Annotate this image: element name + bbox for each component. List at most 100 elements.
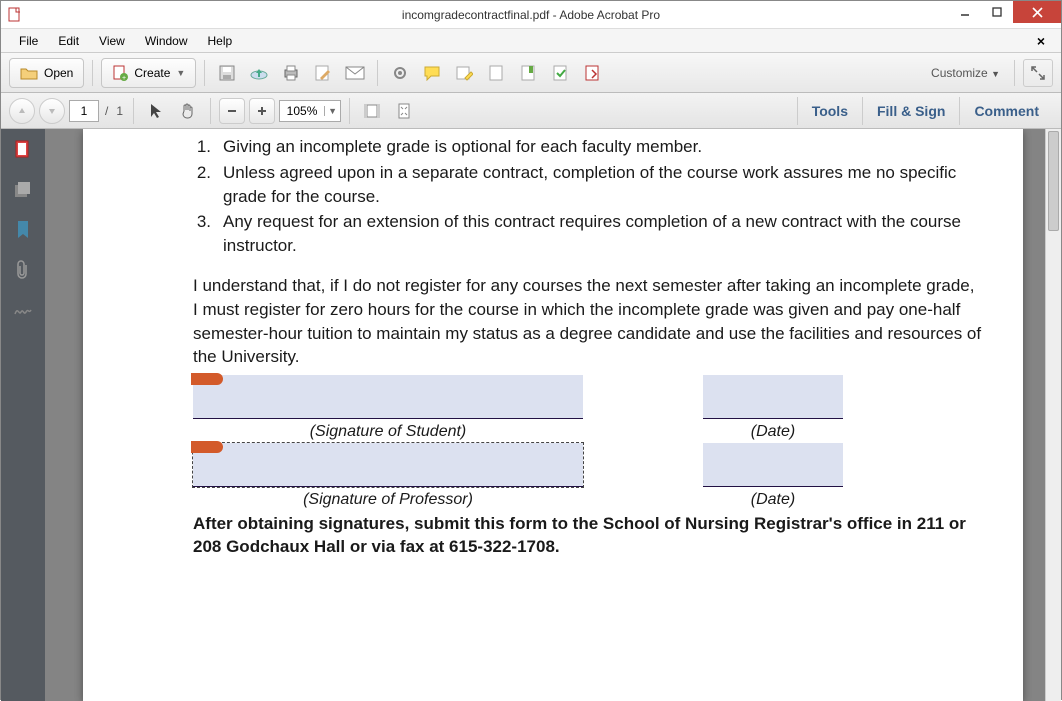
chevron-down-icon: ▼ bbox=[991, 69, 1000, 79]
save-button[interactable] bbox=[213, 59, 241, 87]
separator bbox=[133, 98, 134, 124]
list-number: 1. bbox=[193, 135, 223, 159]
menu-view[interactable]: View bbox=[89, 32, 135, 50]
list-text: Giving an incomplete grade is optional f… bbox=[223, 135, 983, 159]
folder-open-icon bbox=[20, 66, 38, 80]
vertical-scrollbar[interactable] bbox=[1045, 129, 1061, 701]
numbered-list: 1.Giving an incomplete grade is optional… bbox=[193, 135, 983, 258]
select-tool-button[interactable] bbox=[142, 97, 170, 125]
zoom-in-button[interactable] bbox=[249, 98, 275, 124]
arrow-down-icon bbox=[47, 106, 57, 116]
professor-date-field[interactable] bbox=[703, 443, 843, 487]
close-button[interactable] bbox=[1013, 1, 1061, 23]
student-signature-field[interactable] bbox=[193, 375, 583, 419]
expand-icon bbox=[1030, 65, 1046, 81]
bookmark-button[interactable] bbox=[514, 59, 542, 87]
menu-edit[interactable]: Edit bbox=[48, 32, 89, 50]
menu-window[interactable]: Window bbox=[135, 32, 198, 50]
tools-panel-button[interactable]: Tools bbox=[797, 97, 862, 125]
fit-page-icon bbox=[396, 102, 412, 120]
page-bookmark-icon bbox=[520, 64, 536, 82]
student-date-field[interactable] bbox=[703, 375, 843, 419]
title-bar: incomgradecontractfinal.pdf - Adobe Acro… bbox=[1, 1, 1061, 29]
menu-help[interactable]: Help bbox=[198, 32, 243, 50]
edit-pencil-icon bbox=[314, 64, 332, 82]
customize-label: Customize bbox=[931, 66, 988, 80]
separator bbox=[210, 98, 211, 124]
fullscreen-button[interactable] bbox=[1023, 59, 1053, 87]
comment-panel-button[interactable]: Comment bbox=[959, 97, 1053, 125]
create-pdf-icon: + bbox=[112, 65, 128, 81]
page-number-input[interactable] bbox=[69, 100, 99, 122]
settings-button[interactable] bbox=[386, 59, 414, 87]
export-button[interactable] bbox=[578, 59, 606, 87]
create-button[interactable]: + Create ▼ bbox=[101, 58, 196, 88]
pages-button[interactable] bbox=[12, 179, 34, 201]
list-item: 1.Giving an incomplete grade is optional… bbox=[193, 135, 983, 159]
hand-icon bbox=[179, 102, 197, 120]
student-signature-label: (Signature of Student) bbox=[310, 423, 467, 441]
list-item: 3.Any request for an extension of this c… bbox=[193, 210, 983, 258]
document-viewport[interactable]: 1.Giving an incomplete grade is optional… bbox=[45, 129, 1061, 701]
document-close-button[interactable]: × bbox=[1027, 31, 1055, 51]
pdf-page: 1.Giving an incomplete grade is optional… bbox=[83, 129, 1023, 701]
zoom-out-button[interactable] bbox=[219, 98, 245, 124]
signature-icon bbox=[13, 302, 33, 318]
paperclip-icon bbox=[15, 260, 31, 280]
separator bbox=[92, 60, 93, 86]
pages-stack-icon bbox=[13, 181, 33, 199]
scrollbar-thumb[interactable] bbox=[1048, 131, 1059, 231]
bookmarks-button[interactable] bbox=[12, 219, 34, 241]
page-down-button[interactable] bbox=[39, 98, 65, 124]
fit-page-button[interactable] bbox=[390, 97, 418, 125]
navigation-sidebar bbox=[1, 129, 45, 701]
cloud-button[interactable] bbox=[245, 59, 273, 87]
bookmark-icon bbox=[16, 220, 30, 240]
open-button[interactable]: Open bbox=[9, 58, 84, 88]
app-icon bbox=[7, 7, 23, 23]
page-up-button[interactable] bbox=[9, 98, 35, 124]
page-thumbnail-icon bbox=[14, 140, 32, 160]
attachments-button[interactable] bbox=[12, 259, 34, 281]
highlight-button[interactable] bbox=[450, 59, 478, 87]
print-button[interactable] bbox=[277, 59, 305, 87]
cursor-icon bbox=[148, 102, 164, 120]
separator bbox=[377, 60, 378, 86]
professor-signature-label: (Signature of Professor) bbox=[303, 491, 473, 509]
email-button[interactable] bbox=[341, 59, 369, 87]
signatures-button[interactable] bbox=[12, 299, 34, 321]
fit-width-button[interactable] bbox=[358, 97, 386, 125]
fill-sign-panel-button[interactable]: Fill & Sign bbox=[862, 97, 959, 125]
list-text: Any request for an extension of this con… bbox=[223, 210, 983, 258]
envelope-icon bbox=[345, 66, 365, 80]
list-text: Unless agreed upon in a separate contrac… bbox=[223, 161, 983, 209]
open-label: Open bbox=[44, 66, 73, 80]
separator bbox=[204, 60, 205, 86]
chevron-down-icon: ▼ bbox=[176, 68, 185, 78]
thumbnails-button[interactable] bbox=[12, 139, 34, 161]
page-total: 1 bbox=[114, 104, 125, 118]
edit-text-button[interactable] bbox=[309, 59, 337, 87]
cloud-upload-icon bbox=[249, 65, 269, 81]
navigation-toolbar: / 1 105% ▼ Tools Fill & Sign Comment bbox=[1, 93, 1061, 129]
minimize-button[interactable] bbox=[949, 1, 981, 23]
menu-bar: File Edit View Window Help × bbox=[1, 29, 1061, 53]
zoom-select[interactable]: 105% ▼ bbox=[279, 100, 341, 122]
date-label: (Date) bbox=[751, 423, 795, 441]
separator bbox=[349, 98, 350, 124]
professor-signature-field[interactable] bbox=[193, 443, 583, 487]
fit-width-icon bbox=[363, 103, 381, 119]
svg-text:+: + bbox=[122, 75, 126, 81]
comment-bubble-button[interactable] bbox=[418, 59, 446, 87]
menu-file[interactable]: File bbox=[9, 32, 48, 50]
maximize-button[interactable] bbox=[981, 1, 1013, 23]
hand-tool-button[interactable] bbox=[174, 97, 202, 125]
check-button[interactable] bbox=[546, 59, 574, 87]
separator bbox=[1014, 60, 1015, 86]
plus-icon bbox=[256, 105, 268, 117]
customize-button[interactable]: Customize ▼ bbox=[931, 66, 1006, 80]
printer-icon bbox=[282, 64, 300, 82]
page-check-icon bbox=[552, 64, 568, 82]
window-title: incomgradecontractfinal.pdf - Adobe Acro… bbox=[402, 8, 660, 22]
stamp-button[interactable] bbox=[482, 59, 510, 87]
